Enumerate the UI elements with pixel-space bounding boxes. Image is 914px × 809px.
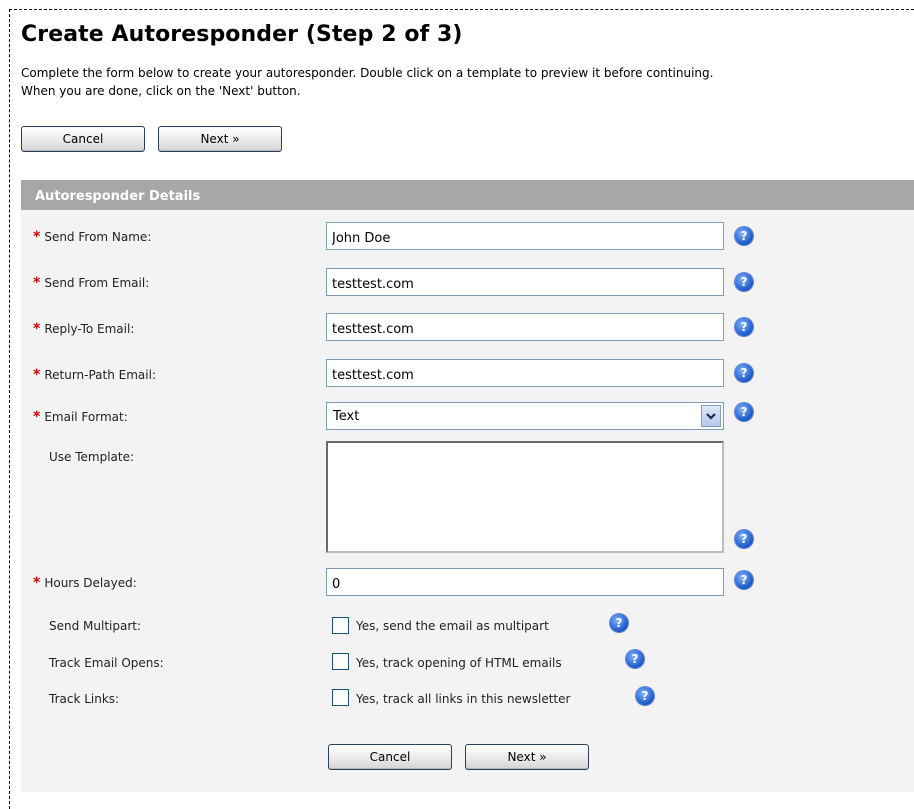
use-template-label: Use Template: <box>49 450 135 464</box>
send-multipart-checkbox[interactable] <box>332 617 349 634</box>
hours-delayed-label: * Hours Delayed: <box>33 575 137 591</box>
required-marker: * <box>33 367 41 383</box>
send-from-email-label: * Send From Email: <box>33 275 150 291</box>
help-icon[interactable]: ? <box>636 687 654 705</box>
send-from-name-field[interactable] <box>326 222 724 250</box>
intro-line-1: Complete the form below to create your a… <box>21 66 714 80</box>
send-multipart-label: Send Multipart: <box>49 619 142 633</box>
help-icon[interactable]: ? <box>735 571 753 589</box>
required-marker: * <box>33 409 41 425</box>
required-marker: * <box>33 229 41 245</box>
cancel-button-bottom[interactable]: Cancel <box>328 744 452 770</box>
required-marker: * <box>33 321 41 337</box>
cancel-button-top[interactable]: Cancel <box>21 126 145 152</box>
email-format-label: * Email Format: <box>33 409 128 425</box>
page-title: Create Autoresponder (Step 2 of 3) <box>21 22 463 47</box>
help-icon[interactable]: ? <box>735 318 753 336</box>
help-icon[interactable]: ? <box>735 530 753 548</box>
track-links-checkbox[interactable] <box>332 689 349 706</box>
panel-header: Autoresponder Details <box>21 180 914 210</box>
next-button-bottom[interactable]: Next » <box>465 744 589 770</box>
intro-line-2: When you are done, click on the 'Next' b… <box>21 84 301 98</box>
help-icon[interactable]: ? <box>735 227 753 245</box>
help-icon[interactable]: ? <box>735 403 753 421</box>
help-icon[interactable]: ? <box>610 614 628 632</box>
email-format-value: Text <box>333 409 360 424</box>
hours-delayed-field[interactable] <box>326 568 724 596</box>
return-path-email-field[interactable] <box>326 359 724 387</box>
help-icon[interactable]: ? <box>735 364 753 382</box>
use-template-list[interactable] <box>326 441 724 553</box>
required-marker: * <box>33 575 41 591</box>
reply-to-email-field[interactable] <box>326 313 724 341</box>
track-opens-label: Track Email Opens: <box>49 656 164 670</box>
help-icon[interactable]: ? <box>735 273 753 291</box>
required-marker: * <box>33 275 41 291</box>
email-format-select[interactable]: Text <box>326 402 724 430</box>
send-multipart-option: Yes, send the email as multipart <box>356 619 549 633</box>
track-links-option: Yes, track all links in this newsletter <box>356 692 571 706</box>
help-icon[interactable]: ? <box>626 650 644 668</box>
track-links-label: Track Links: <box>49 692 120 706</box>
chevron-down-icon[interactable] <box>701 405 721 427</box>
track-opens-checkbox[interactable] <box>332 653 349 670</box>
next-button-top[interactable]: Next » <box>158 126 282 152</box>
page-intro: Complete the form below to create your a… <box>21 64 906 100</box>
reply-to-email-label: * Reply-To Email: <box>33 321 135 337</box>
return-path-email-label: * Return-Path Email: <box>33 367 156 383</box>
send-from-name-label: * Send From Name: <box>33 229 152 245</box>
send-from-email-field[interactable] <box>326 268 724 296</box>
track-opens-option: Yes, track opening of HTML emails <box>356 656 562 670</box>
